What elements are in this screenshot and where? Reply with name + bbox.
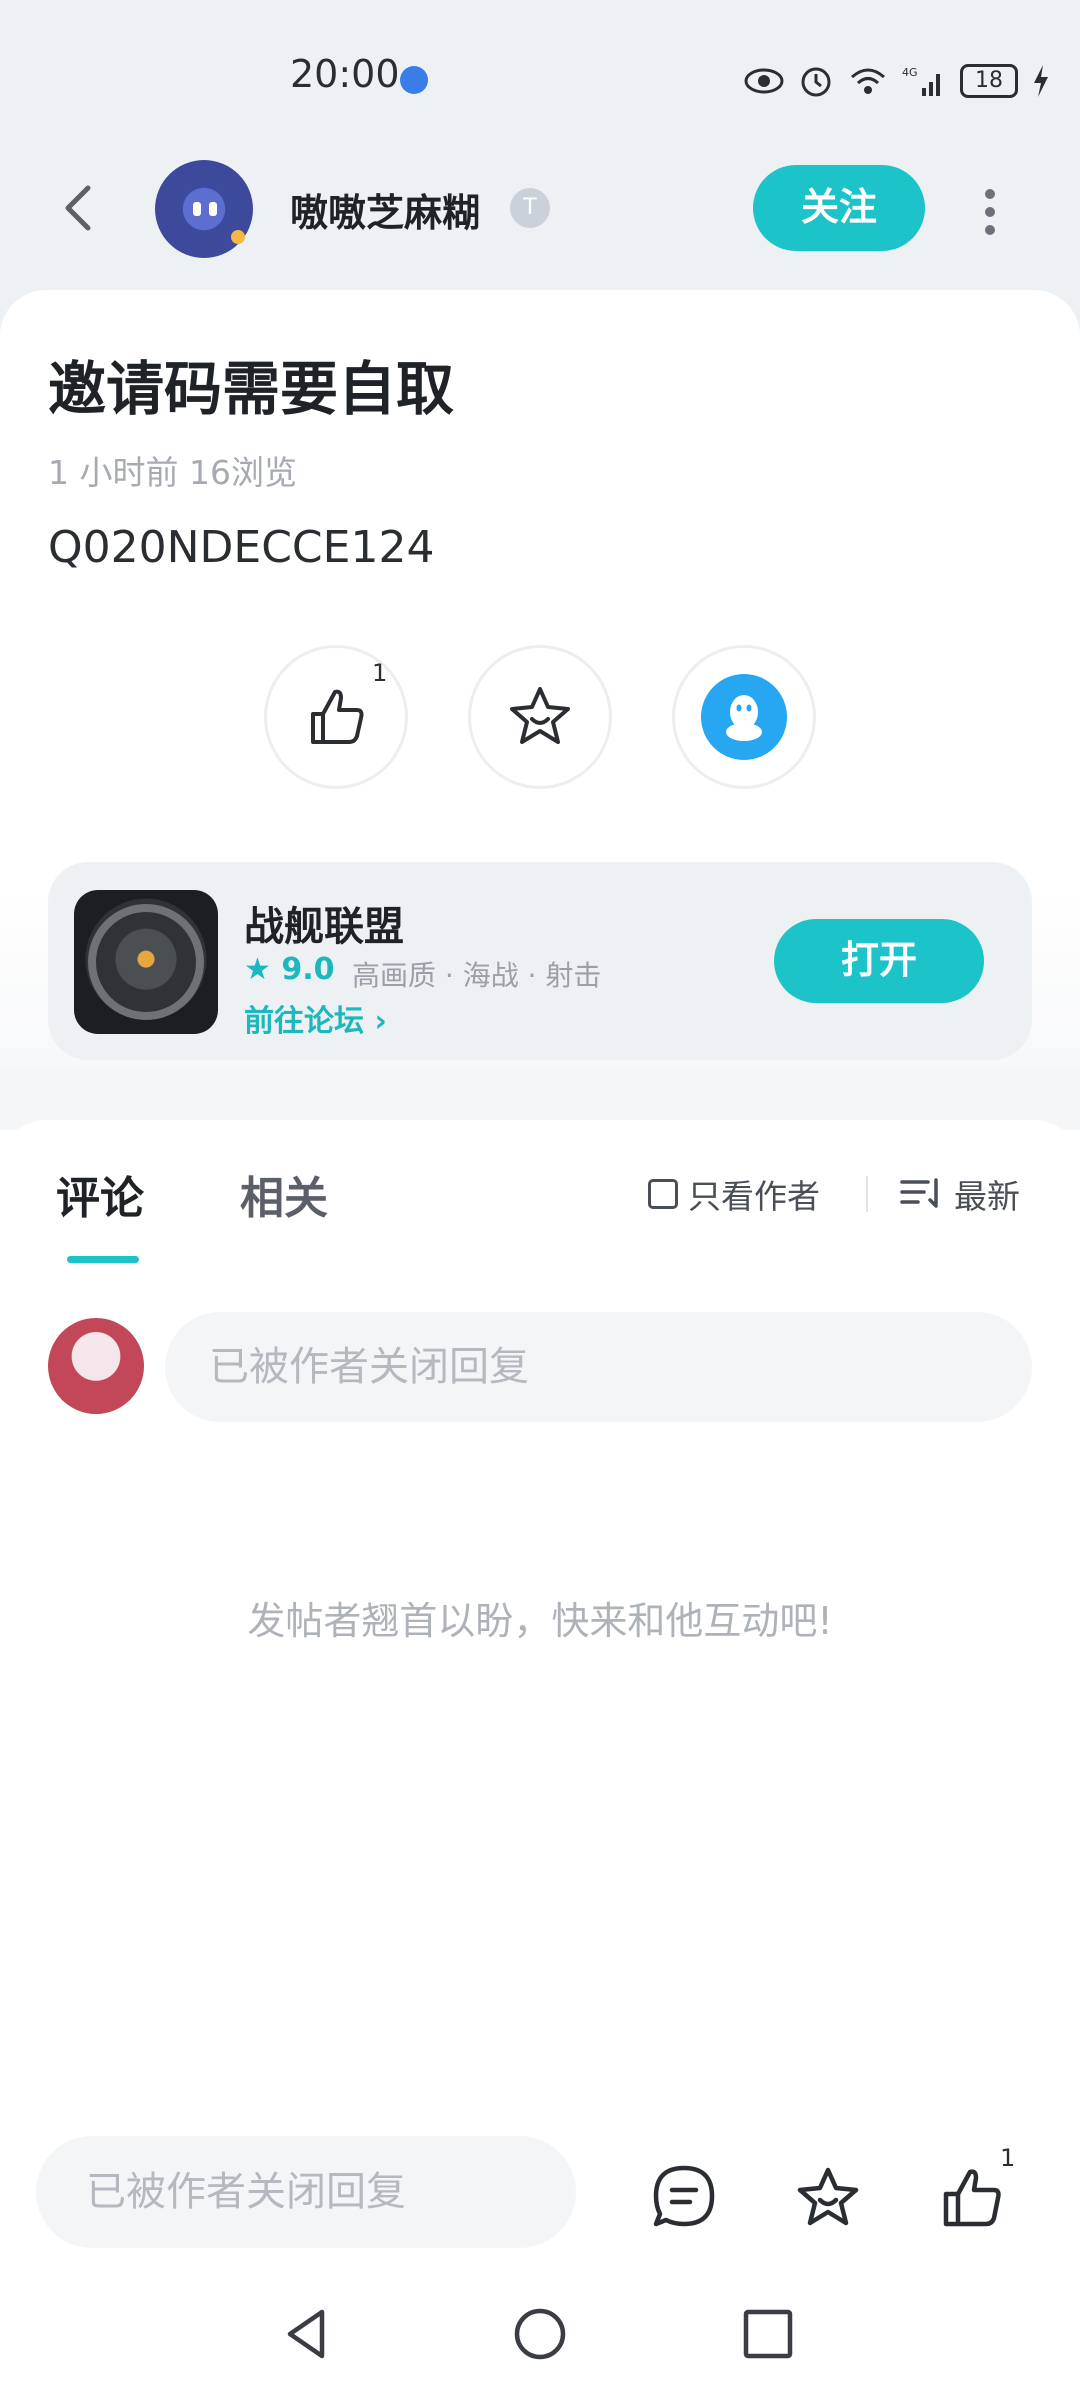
post-meta: 1 小时前 16浏览 <box>48 453 297 492</box>
game-tags: 高画质 · 海战 · 射击 <box>352 959 602 992</box>
qq-icon <box>701 674 787 760</box>
post-actions: 1 <box>0 645 1080 795</box>
like-count: 1 <box>372 659 388 687</box>
sort-toggle[interactable]: 最新 <box>900 1170 1020 1218</box>
forum-link[interactable]: 前往论坛 › <box>244 996 387 1040</box>
charging-icon <box>1034 65 1048 97</box>
bottom-like-count: 1 <box>1000 2144 1016 2172</box>
empty-comments-hint: 发帖者翘首以盼，快来和他互动吧! <box>247 1599 833 1643</box>
active-tab-indicator <box>67 1256 139 1263</box>
post-detail-page: 20:00 4G 18 嗷嗷芝麻糊 T 关注 邀请码需要自取 1 小时前 16浏… <box>0 0 1080 2400</box>
nav-back-icon[interactable] <box>278 2304 338 2364</box>
post-body: Q020NDECCE124 <box>48 522 435 573</box>
thumbs-up-icon <box>311 689 364 744</box>
star-icon <box>510 687 570 744</box>
share-qq-button[interactable] <box>672 645 816 789</box>
post-card: 邀请码需要自取 1 小时前 16浏览 Q020NDECCE124 1 战舰联盟 … <box>0 290 1080 1070</box>
game-rating: ★ 9.0 <box>244 952 335 987</box>
author-name[interactable]: 嗷嗷芝麻糊 <box>290 182 480 237</box>
post-title: 邀请码需要自取 <box>48 355 455 423</box>
system-nav-bar <box>0 2294 1080 2384</box>
only-author-filter[interactable]: 只看作者 <box>648 1170 820 1218</box>
svg-text:4G: 4G <box>902 66 918 79</box>
post-header: 嗷嗷芝麻糊 T 关注 <box>0 150 1080 270</box>
open-game-button[interactable]: 打开 <box>774 919 984 1003</box>
star-icon[interactable] <box>792 2162 864 2234</box>
status-bar: 20:00 4G 18 <box>0 0 1080 150</box>
network-icon <box>400 66 428 94</box>
signal-icon: 4G <box>902 66 940 96</box>
chevron-right-icon: › <box>374 1004 387 1039</box>
tab-comments[interactable]: 评论 <box>56 1162 144 1226</box>
nav-recents-icon[interactable] <box>738 2304 798 2364</box>
bottom-reply-input[interactable]: 已被作者关闭回复 <box>36 2136 576 2248</box>
game-card[interactable]: 战舰联盟 ★ 9.0 高画质 · 海战 · 射击 前往论坛 › 打开 <box>48 862 1032 1060</box>
favorite-button[interactable] <box>468 645 612 789</box>
back-icon[interactable] <box>50 178 110 238</box>
sort-icon <box>900 1178 938 1208</box>
rating-star-icon: ★ <box>244 952 282 987</box>
eye-icon <box>744 68 784 94</box>
reply-input[interactable]: 已被作者关闭回复 <box>165 1312 1032 1422</box>
status-icons: 4G 18 <box>744 56 1050 106</box>
status-time: 20:00 <box>290 52 400 96</box>
thumbs-up-icon[interactable] <box>936 2162 1008 2234</box>
game-name: 战舰联盟 <box>244 904 404 950</box>
bottom-bar: 已被作者关闭回复 1 <box>0 2104 1080 2400</box>
more-options-icon[interactable] <box>975 185 1005 235</box>
tab-related[interactable]: 相关 <box>240 1162 328 1226</box>
wifi-icon <box>851 68 885 94</box>
author-avatar[interactable] <box>155 160 253 258</box>
battery-indicator: 18 <box>960 64 1018 98</box>
divider <box>866 1176 868 1212</box>
user-avatar <box>48 1318 144 1414</box>
nav-home-icon[interactable] <box>510 2304 570 2364</box>
comments-section: 评论 相关 只看作者 最新 已被作者关闭回复 发帖者翘首以盼，快来和他互动吧! <box>0 1120 1080 2120</box>
comment-icon[interactable] <box>648 2162 720 2234</box>
level-badge: T <box>510 188 550 228</box>
checkbox-icon[interactable] <box>648 1179 678 1209</box>
follow-button[interactable]: 关注 <box>753 165 925 251</box>
alarm-icon <box>801 67 831 97</box>
game-icon <box>74 890 218 1034</box>
